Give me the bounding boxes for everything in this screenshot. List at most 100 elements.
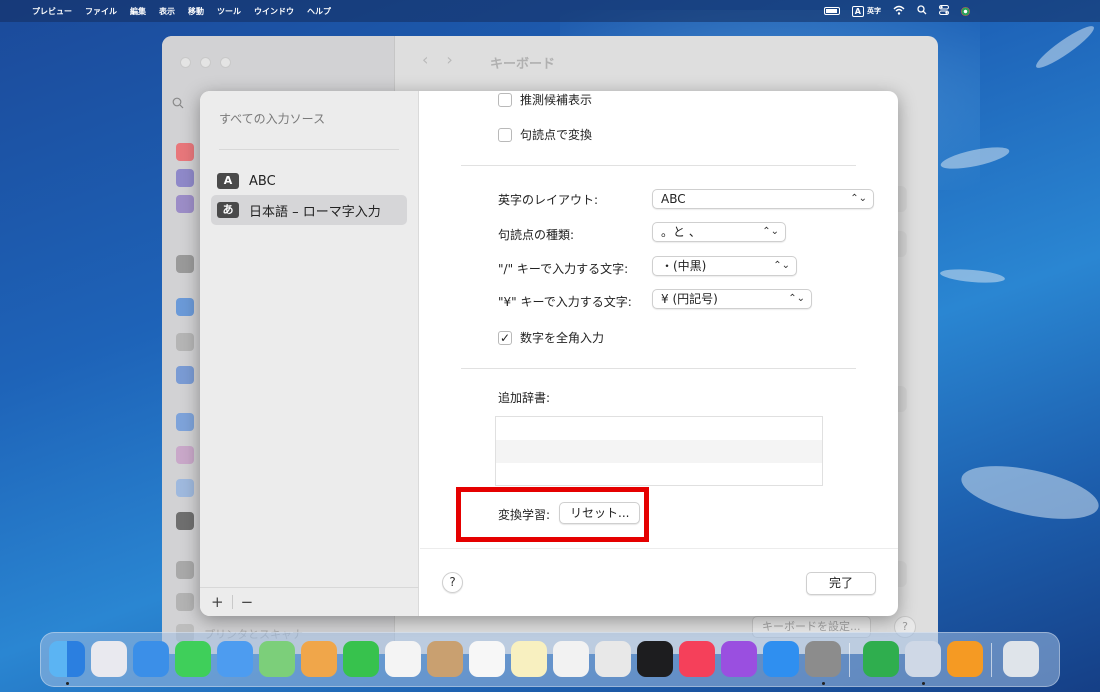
- additional-dictionary-list[interactable]: [495, 416, 823, 486]
- menu-item-edit[interactable]: 編集: [130, 6, 146, 17]
- chevron-updown-icon: ⌃⌄: [788, 293, 805, 304]
- yen-key-value: ¥ (円記号): [661, 292, 718, 306]
- annotation-highlight-box: [456, 487, 649, 542]
- punctuation-type-value: 。と 、: [661, 225, 701, 239]
- fullwidth-numbers-checkbox[interactable]: ✓: [498, 330, 512, 345]
- english-layout-value: ABC: [661, 192, 686, 206]
- menu-item-preview[interactable]: プレビュー: [32, 6, 72, 17]
- freeform-icon[interactable]: [553, 641, 589, 677]
- siri-icon[interactable]: [961, 6, 970, 16]
- reminders-icon[interactable]: [469, 641, 505, 677]
- abc-badge-icon: A: [217, 173, 239, 189]
- menu-item-window[interactable]: ウインドウ: [254, 6, 294, 17]
- zoom-window-button[interactable]: [220, 57, 231, 68]
- focus-icon: [176, 169, 194, 187]
- wallet-icon: [176, 512, 194, 530]
- sound-icon: [176, 143, 194, 161]
- list-item[interactable]: [496, 440, 822, 463]
- running-indicator: [822, 682, 825, 685]
- close-window-button[interactable]: [180, 57, 191, 68]
- input-source-japanese-romaji[interactable]: あ 日本語 – ローマ字入力: [211, 195, 407, 225]
- music-icon[interactable]: [679, 641, 715, 677]
- control-center-icon[interactable]: [939, 4, 949, 18]
- menu-item-file[interactable]: ファイル: [85, 6, 117, 17]
- finder-icon[interactable]: [49, 641, 85, 677]
- back-forward-icon[interactable]: ‹›: [422, 50, 471, 69]
- fullwidth-numbers-row[interactable]: ✓ 数字を全角入力: [498, 329, 604, 346]
- numbers-icon[interactable]: [863, 641, 899, 677]
- fullwidth-numbers-label: 数字を全角入力: [520, 331, 605, 345]
- input-source-abc[interactable]: A ABC: [211, 166, 407, 196]
- done-button[interactable]: 完了: [806, 572, 876, 595]
- app-store-icon[interactable]: [763, 641, 799, 677]
- input-sources-sheet: すべての入力ソース A ABC あ 日本語 – ローマ字入力 + − 推測候補表…: [200, 91, 898, 616]
- additional-dictionary-label: 追加辞書:: [498, 391, 551, 405]
- launchpad-icon[interactable]: [91, 641, 127, 677]
- source-list-toolbar: + −: [200, 587, 419, 616]
- convert-on-punctuation-checkbox[interactable]: [498, 127, 512, 142]
- divider: [231, 595, 233, 609]
- dock-divider: [991, 643, 992, 677]
- facetime-icon[interactable]: [343, 641, 379, 677]
- add-source-button[interactable]: +: [211, 593, 224, 611]
- window-title: キーボード: [490, 57, 556, 72]
- yen-key-popup[interactable]: ¥ (円記号) ⌃⌄: [652, 289, 812, 309]
- convert-on-punctuation-row[interactable]: 句読点で変換: [498, 126, 592, 143]
- mail-icon[interactable]: [217, 641, 253, 677]
- safari-icon[interactable]: [133, 641, 169, 677]
- slash-key-popup[interactable]: ・(中黒) ⌃⌄: [652, 256, 797, 276]
- tv-icon[interactable]: [637, 641, 673, 677]
- divider: [219, 149, 399, 150]
- all-input-sources-heading[interactable]: すべての入力ソース: [219, 110, 325, 127]
- chrome-icon[interactable]: [595, 641, 631, 677]
- photos-icon[interactable]: [301, 641, 337, 677]
- trash-icon[interactable]: [1003, 641, 1039, 677]
- contacts-icon[interactable]: [427, 641, 463, 677]
- preview-icon[interactable]: [905, 641, 941, 677]
- dolphin-decoration: [956, 455, 1100, 530]
- predictive-candidates-checkbox[interactable]: [498, 92, 512, 107]
- japanese-badge-icon: あ: [217, 202, 239, 218]
- predictive-candidates-row[interactable]: 推測候補表示: [498, 91, 592, 108]
- list-item[interactable]: [496, 463, 822, 486]
- running-indicator: [66, 682, 69, 685]
- pages-icon[interactable]: [947, 641, 983, 677]
- menu-item-tools[interactable]: ツール: [217, 6, 241, 17]
- input-source-list-pane: すべての入力ソース A ABC あ 日本語 – ローマ字入力 + −: [200, 91, 419, 616]
- input-source-label: 日本語 – ローマ字入力: [249, 204, 381, 220]
- list-item[interactable]: [496, 417, 822, 440]
- users-icon: [176, 366, 194, 384]
- battery-icon[interactable]: [823, 7, 840, 15]
- dock-divider: [849, 643, 850, 677]
- input-source-label: 英字: [867, 7, 881, 15]
- maps-icon[interactable]: [259, 641, 295, 677]
- input-source-menu[interactable]: A 英字: [851, 5, 881, 17]
- menu-item-go[interactable]: 移動: [188, 6, 204, 17]
- remove-source-button[interactable]: −: [241, 593, 254, 611]
- spotlight-search-icon[interactable]: [917, 4, 927, 18]
- divider: [461, 165, 856, 166]
- minimize-window-button[interactable]: [200, 57, 211, 68]
- slash-key-value: ・(中黒): [661, 259, 707, 273]
- wifi-icon[interactable]: [893, 5, 905, 18]
- help-button[interactable]: ?: [442, 572, 463, 593]
- icloud-icon: [176, 479, 194, 497]
- punctuation-type-popup[interactable]: 。と 、 ⌃⌄: [652, 222, 786, 242]
- messages-icon[interactable]: [175, 641, 211, 677]
- keyboard-icon: [176, 561, 194, 579]
- podcasts-icon[interactable]: [721, 641, 757, 677]
- menu-bar: プレビュー ファイル 編集 表示 移動 ツール ウインドウ ヘルプ A 英字: [0, 0, 1100, 22]
- search-icon[interactable]: [172, 97, 184, 112]
- chevron-updown-icon: ⌃⌄: [773, 260, 790, 271]
- running-indicator: [922, 682, 925, 685]
- notes-icon[interactable]: [511, 641, 547, 677]
- english-layout-popup[interactable]: ABC ⌃⌄: [652, 189, 874, 209]
- menu-item-help[interactable]: ヘルプ: [307, 6, 331, 17]
- dolphin-decoration: [939, 267, 1006, 285]
- menu-item-view[interactable]: 表示: [159, 6, 175, 17]
- system-settings-icon[interactable]: [805, 641, 841, 677]
- divider: [420, 548, 898, 549]
- internet-accounts-icon: [176, 413, 194, 431]
- calendar-icon[interactable]: [385, 641, 421, 677]
- english-layout-label: 英字のレイアウト:: [498, 193, 599, 207]
